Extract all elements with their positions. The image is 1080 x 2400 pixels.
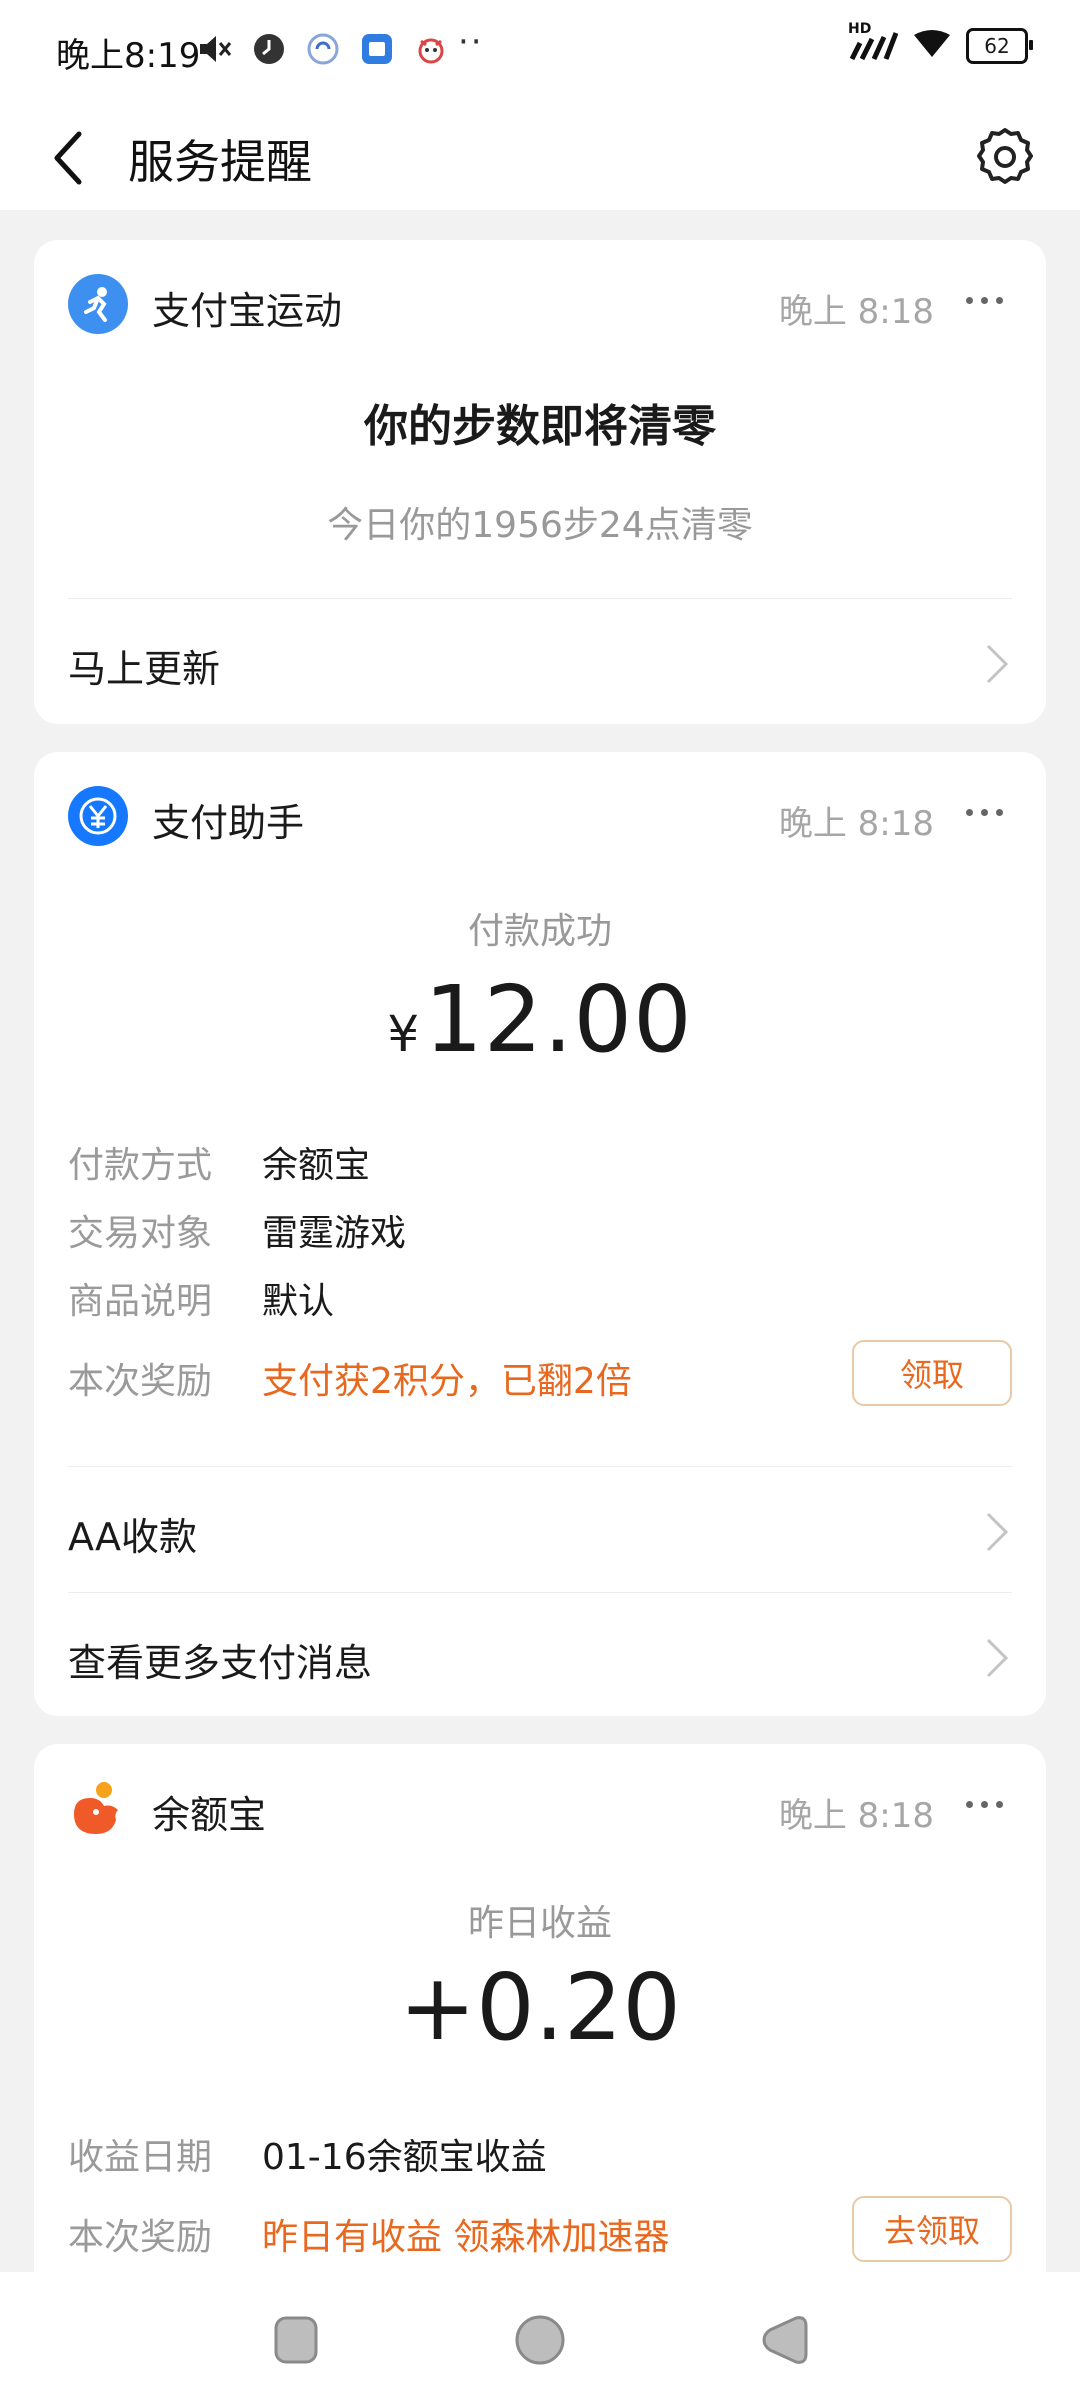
currency-symbol: ¥: [387, 1005, 420, 1063]
chevron-right-icon: [986, 644, 1009, 684]
yuebao-status: 昨日收益: [467, 1903, 612, 1944]
update-now-link[interactable]: 马上更新: [68, 600, 1012, 724]
app-name: 余额宝: [152, 1793, 267, 1837]
battery-level: 62: [984, 34, 1010, 58]
yuan-icon: [68, 786, 128, 846]
amount-value: 12.00: [424, 966, 693, 1073]
more-notifications-indicator: ··: [458, 22, 484, 62]
payment-method-row: 付款方式 余额宝: [68, 1128, 1012, 1188]
reward-value: 昨日有收益 领森林加速器: [262, 2217, 670, 2258]
divider: [68, 598, 1012, 599]
field-value: 雷霆游戏: [262, 1213, 407, 1254]
field-key: 付款方式: [68, 1145, 213, 1186]
settings-button[interactable]: [964, 116, 1046, 198]
yuebao-logo-icon: [68, 1778, 128, 1838]
message-time: 晚上 8:18: [778, 1796, 934, 1836]
field-value: 01-16余额宝收益: [262, 2137, 547, 2178]
chevron-right-icon: [986, 1638, 1009, 1678]
reward-value: 支付获2积分，已翻2倍: [262, 1361, 632, 1402]
field-key: 商品说明: [68, 1281, 213, 1322]
payment-status: 付款成功: [467, 911, 612, 952]
product-desc-row: 商品说明 默认: [68, 1264, 1012, 1324]
link-label: 查看更多支付消息: [68, 1641, 373, 1685]
chevron-left-icon: [54, 131, 82, 185]
battery-icon: 62: [966, 28, 1033, 64]
back-button[interactable]: [34, 118, 104, 198]
income-date-row: 收益日期 01-16余额宝收益: [68, 2120, 1012, 2180]
browser-app-icon: [304, 30, 342, 68]
link-label: 马上更新: [68, 647, 221, 691]
yuebao-amount: +0.20: [399, 1954, 681, 2061]
field-key: 交易对象: [68, 1213, 213, 1254]
go-claim-button[interactable]: 去领取: [852, 2196, 1012, 2262]
message-time: 晚上 8:18: [778, 292, 934, 332]
yuebao-card[interactable]: 余额宝 晚上 8:18 昨日收益 +0.20 收益日期 01-16余额宝收益 本…: [34, 1744, 1046, 2304]
field-value: 默认: [262, 1281, 335, 1322]
divider: [68, 1592, 1012, 1593]
status-bar: 晚上8:19 ·· HD 62: [0, 0, 1080, 104]
divider: [68, 1466, 1012, 1467]
app-header: 服务提醒: [0, 104, 1080, 210]
recent-apps-button[interactable]: [266, 2310, 326, 2370]
sport-headline: 你的步数即将清零: [364, 401, 716, 452]
more-options-button[interactable]: [956, 790, 1012, 834]
status-system-icons: HD 62: [848, 21, 1033, 64]
payment-amount: ¥ 12.00: [34, 966, 1046, 1073]
cartoon-app-icon: [412, 30, 450, 68]
app-name: 支付助手: [152, 801, 305, 845]
sport-subtext: 今日你的1956步24点清零: [327, 505, 753, 546]
wifi-icon: [912, 29, 952, 63]
more-options-button[interactable]: [956, 1782, 1012, 1826]
system-navigation-bar: [0, 2272, 1080, 2400]
field-key: 本次奖励: [68, 2217, 213, 2258]
home-button[interactable]: [510, 2310, 570, 2370]
signal-icon: HD: [848, 21, 898, 63]
card-header: 支付助手 晚上 8:18: [68, 782, 1012, 848]
field-key: 收益日期: [68, 2137, 213, 2178]
aa-collect-link[interactable]: AA收款: [68, 1468, 1012, 1592]
mute-icon: [196, 30, 234, 68]
chevron-right-icon: [986, 1512, 1009, 1552]
square-icon: [274, 2316, 318, 2364]
card-header: 余额宝 晚上 8:18: [68, 1774, 1012, 1840]
message-time: 晚上 8:18: [778, 804, 934, 844]
claim-reward-button[interactable]: 领取: [852, 1340, 1012, 1406]
reward-row: 本次奖励 昨日有收益 领森林加速器 去领取: [68, 2196, 1012, 2264]
clock-app-icon: [250, 30, 288, 68]
alipay-app-icon: [358, 30, 396, 68]
reward-row: 本次奖励 支付获2积分，已翻2倍 领取: [68, 1340, 1012, 1408]
more-payment-messages-link[interactable]: 查看更多支付消息: [68, 1594, 1012, 1718]
trade-party-row: 交易对象 雷霆游戏: [68, 1196, 1012, 1256]
more-options-button[interactable]: [956, 278, 1012, 322]
status-time: 晚上8:19: [56, 36, 201, 76]
back-nav-button[interactable]: [754, 2310, 814, 2370]
status-notification-icons: [196, 30, 450, 68]
app-name: 支付宝运动: [152, 289, 343, 333]
link-label: AA收款: [68, 1515, 198, 1559]
running-icon: [68, 274, 128, 334]
field-value: 余额宝: [262, 1145, 371, 1186]
gear-icon: [977, 128, 1033, 184]
payment-card[interactable]: 支付助手 晚上 8:18 付款成功 ¥ 12.00 付款方式 余额宝 交易对象 …: [34, 752, 1046, 1716]
card-header: 支付宝运动 晚上 8:18: [68, 270, 1012, 336]
sport-card[interactable]: 支付宝运动 晚上 8:18 你的步数即将清零 今日你的1956步24点清零 马上…: [34, 240, 1046, 724]
triangle-back-icon: [762, 2316, 808, 2364]
page-title: 服务提醒: [128, 135, 312, 189]
field-key: 本次奖励: [68, 1361, 213, 1402]
circle-icon: [515, 2315, 565, 2365]
